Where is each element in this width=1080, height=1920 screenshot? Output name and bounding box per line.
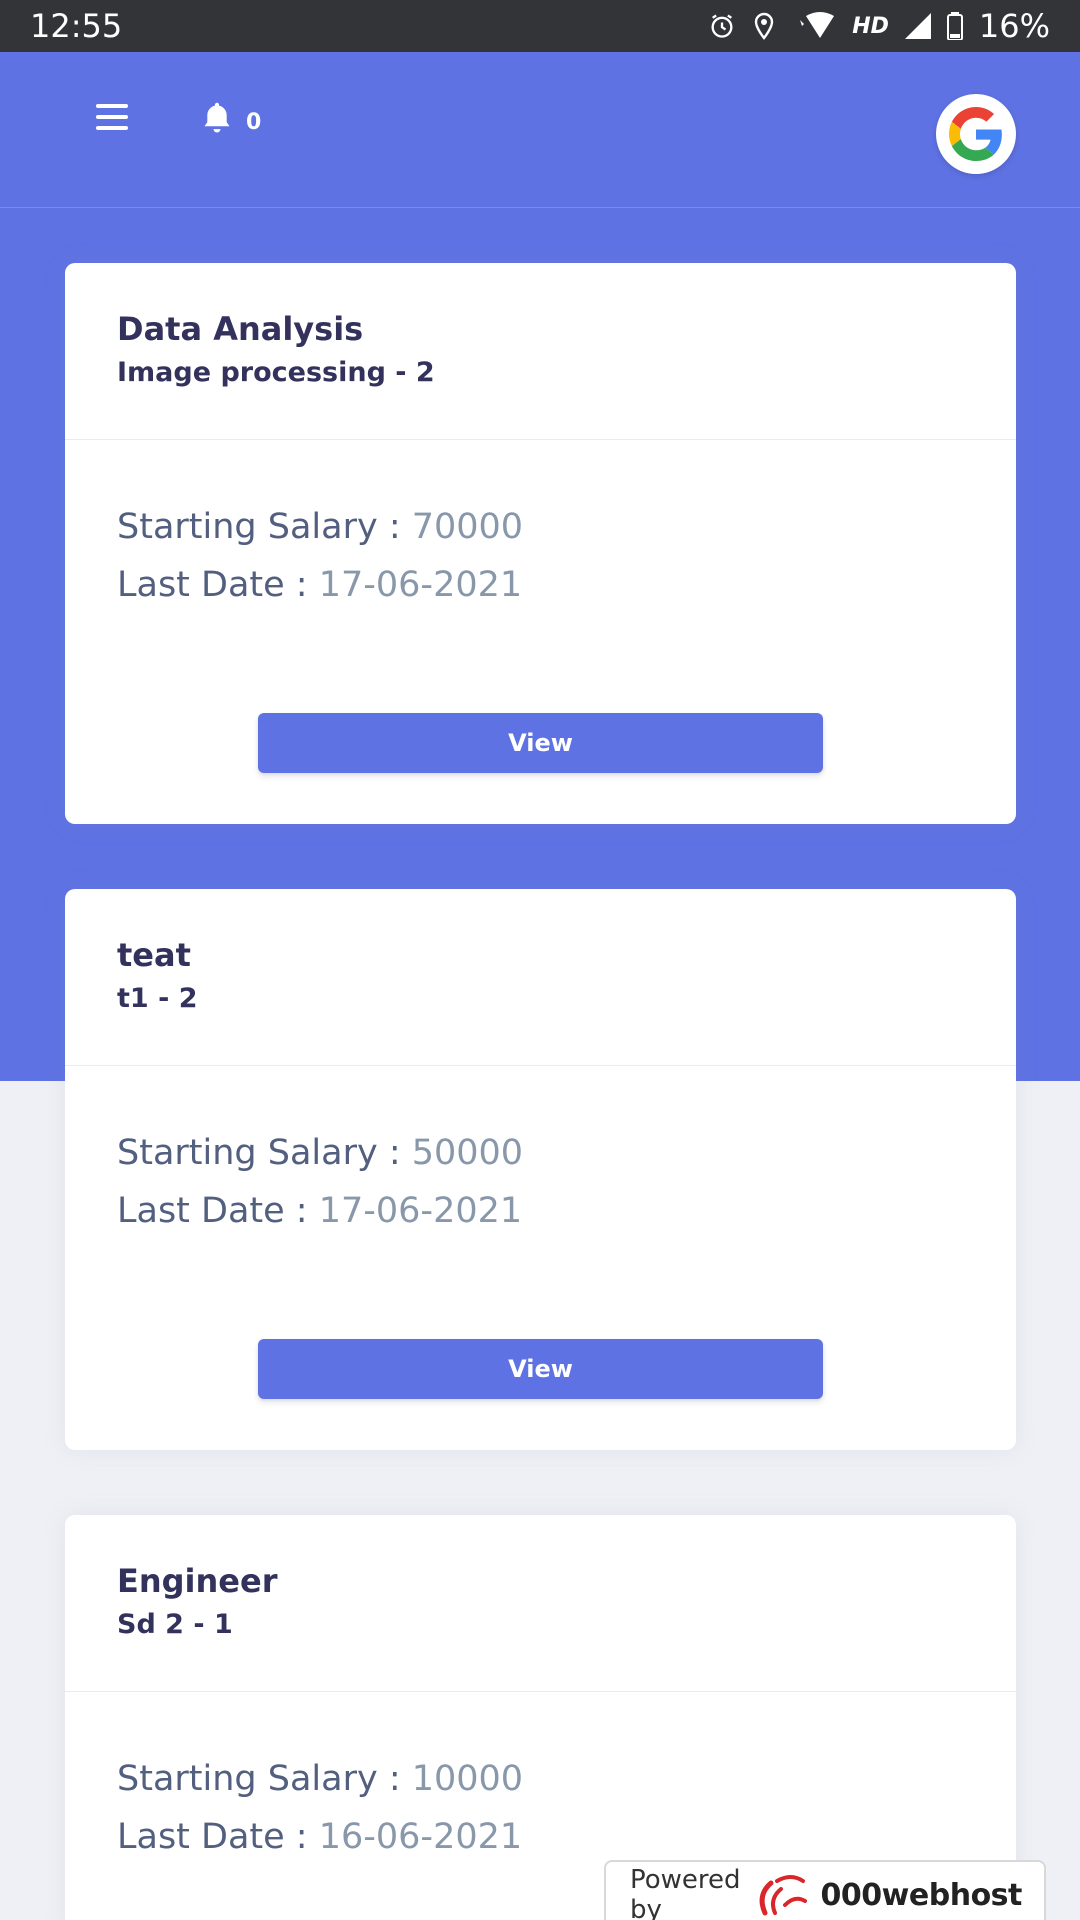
salary-label: Starting Salary : xyxy=(117,1133,412,1173)
salary-label: Starting Salary : xyxy=(117,507,412,547)
network-type: HD xyxy=(852,13,889,39)
job-subtitle: Image processing - 2 xyxy=(117,357,435,388)
job-card: Data Analysis Image processing - 2 Start… xyxy=(65,263,1016,824)
salary-line: Starting Salary : 50000 xyxy=(117,1124,964,1182)
job-card-header: Data Analysis Image processing - 2 xyxy=(65,263,1016,440)
battery-percent: 16% xyxy=(978,7,1050,45)
job-card: teat t1 - 2 Starting Salary : 50000 Last… xyxy=(65,889,1016,1450)
powered-by-badge[interactable]: Powered by 000webhost xyxy=(604,1860,1046,1920)
wifi-icon xyxy=(792,12,836,40)
salary-value: 10000 xyxy=(411,1759,524,1799)
location-icon xyxy=(752,12,776,40)
salary-line: Starting Salary : 70000 xyxy=(117,498,964,556)
view-button[interactable]: View xyxy=(258,1339,823,1399)
last-date-label: Last Date : xyxy=(117,1191,319,1231)
bell-icon xyxy=(200,100,234,136)
job-title: teat xyxy=(117,936,191,974)
job-card-header: teat t1 - 2 xyxy=(65,889,1016,1066)
job-subtitle: t1 - 2 xyxy=(117,983,198,1014)
view-button[interactable]: View xyxy=(258,713,823,773)
menu-icon[interactable] xyxy=(96,102,136,136)
last-date-value: 16-06-2021 xyxy=(318,1817,523,1857)
google-account-avatar[interactable] xyxy=(936,94,1016,174)
last-date-label: Last Date : xyxy=(117,565,319,605)
job-title: Engineer xyxy=(117,1562,278,1600)
last-date-value: 17-06-2021 xyxy=(318,565,523,605)
salary-label: Starting Salary : xyxy=(117,1759,412,1799)
job-subtitle: Sd 2 - 1 xyxy=(117,1609,233,1640)
notifications-button[interactable]: 0 xyxy=(200,100,261,136)
job-card-body: Starting Salary : 70000 Last Date : 17-0… xyxy=(65,440,1016,614)
job-card-body: Starting Salary : 50000 Last Date : 17-0… xyxy=(65,1066,1016,1240)
status-bar: 12:55 HD 16% xyxy=(0,0,1080,52)
salary-line: Starting Salary : 10000 xyxy=(117,1750,964,1808)
powered-by-text: Powered by xyxy=(630,1865,741,1920)
last-date-line: Last Date : 16-06-2021 xyxy=(117,1808,964,1866)
top-navbar: 0 xyxy=(0,52,1080,208)
last-date-line: Last Date : 17-06-2021 xyxy=(117,1182,964,1240)
last-date-value: 17-06-2021 xyxy=(318,1191,523,1231)
job-card-body: Starting Salary : 10000 Last Date : 16-0… xyxy=(65,1692,1016,1866)
000webhost-logo-icon xyxy=(755,1873,807,1917)
brand-name: 000webhost xyxy=(820,1877,1023,1913)
google-icon xyxy=(949,107,1003,161)
salary-value: 70000 xyxy=(411,507,524,547)
job-title: Data Analysis xyxy=(117,310,364,348)
job-card-header: Engineer Sd 2 - 1 xyxy=(65,1515,1016,1692)
notification-count: 0 xyxy=(246,109,262,135)
salary-value: 50000 xyxy=(411,1133,524,1173)
status-time: 12:55 xyxy=(30,7,123,45)
status-icons: HD 16% xyxy=(708,7,1050,45)
battery-icon xyxy=(946,12,963,40)
last-date-line: Last Date : 17-06-2021 xyxy=(117,556,964,614)
alarm-icon xyxy=(708,12,736,40)
last-date-label: Last Date : xyxy=(117,1817,319,1857)
signal-icon xyxy=(904,13,931,39)
